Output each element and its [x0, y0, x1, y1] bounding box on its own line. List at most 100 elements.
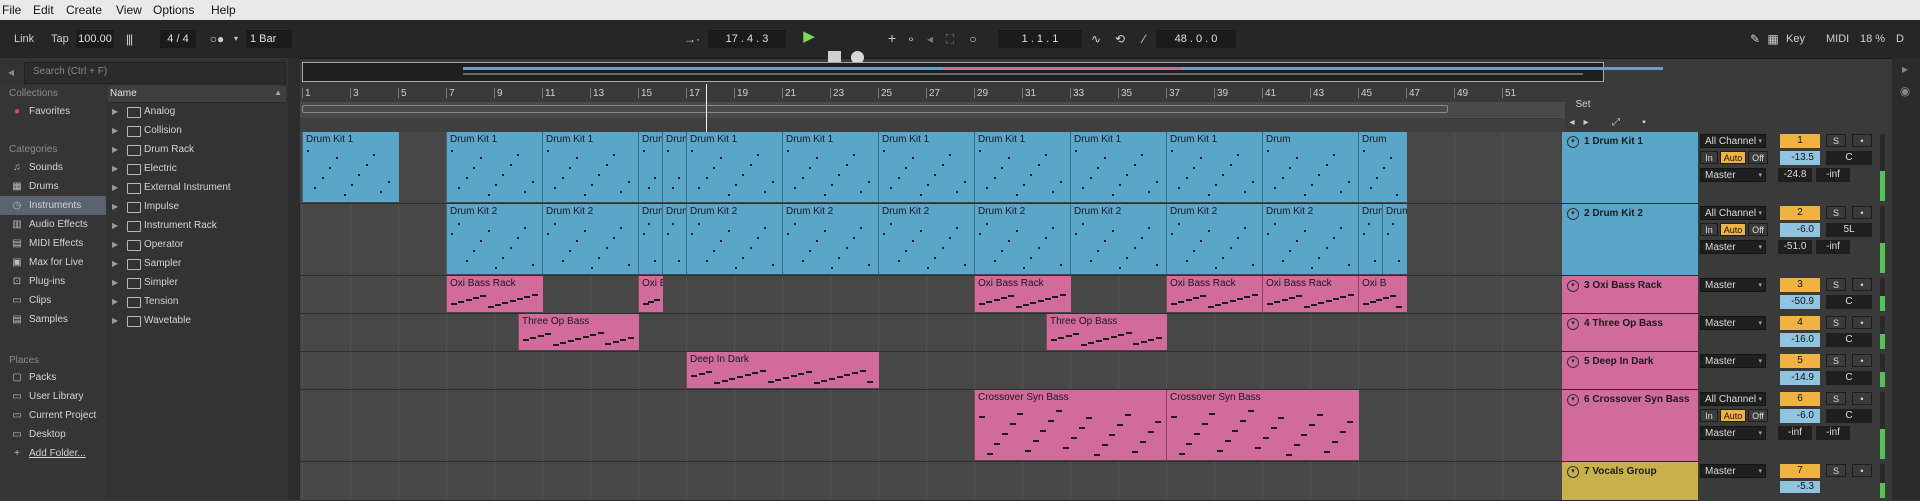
place-user-library[interactable]: ▭ User Library	[0, 387, 106, 406]
solo-button[interactable]: S	[1826, 134, 1846, 147]
solo-button[interactable]: S	[1826, 464, 1846, 477]
collection-favorites[interactable]: ● Favorites	[0, 102, 106, 121]
track-lane[interactable]: Drum Kit 2Drum Kit 2Drum Kit 2Drum Kit 2…	[300, 204, 1565, 276]
midi-clip[interactable]: Drum Kit 1	[878, 132, 975, 202]
io-toggle-icon[interactable]: ◉	[1898, 84, 1912, 98]
place-current-project[interactable]: ▭ Current Project	[0, 406, 106, 425]
fold-icon[interactable]: ▾	[1567, 280, 1579, 292]
track-name[interactable]: 2 Drum Kit 2	[1584, 208, 1643, 219]
input-channel-dropdown[interactable]: All Channel ▾	[1700, 206, 1766, 220]
loop-brace[interactable]	[302, 105, 1448, 113]
fit-to-window-icon[interactable]: ⤢	[1608, 116, 1624, 130]
midi-clip[interactable]: Crossover Syn Bass	[1166, 390, 1359, 460]
track-activator-button[interactable]: 2	[1780, 206, 1820, 220]
midi-clip[interactable]: Drum	[1358, 204, 1383, 274]
pan-knob[interactable]: C	[1826, 333, 1872, 347]
arm-button[interactable]: •	[1852, 316, 1872, 329]
draw-mode-icon[interactable]: ✎	[1748, 32, 1762, 46]
track-lane[interactable]: Crossover Syn Bass Crossover Syn Bass	[300, 390, 1565, 462]
column-header[interactable]: Name ▲	[108, 86, 286, 103]
loop-start-field[interactable]: 1 . 1 . 1	[998, 30, 1082, 48]
punch-out-icon[interactable]: ⁄	[1136, 32, 1152, 46]
midi-clip[interactable]: Drum Kit 2	[638, 204, 663, 274]
browser-item-external-instrument[interactable]: ▶ External Instrument	[110, 178, 286, 197]
browser-item-electric[interactable]: ▶ Electric	[110, 159, 286, 178]
pan-knob[interactable]: 5L	[1826, 223, 1872, 237]
capture-icon[interactable]: ⛶	[943, 32, 957, 46]
midi-clip[interactable]: Oxi B	[638, 276, 663, 312]
search-input[interactable]: Search (Ctrl + F)	[24, 62, 286, 84]
pan-knob[interactable]: C	[1826, 371, 1872, 385]
metronome-icon[interactable]: |||	[122, 32, 136, 46]
midi-clip[interactable]: Drum Kit 2	[1166, 204, 1263, 274]
category-clips[interactable]: ▭ Clips	[0, 291, 106, 310]
midi-clip[interactable]: Drum Kit 2	[662, 204, 687, 274]
track-header[interactable]: ▾ 2 Drum Kit 2	[1562, 204, 1698, 276]
monitor-in-button[interactable]: In	[1700, 223, 1718, 236]
track-header[interactable]: ▾ 6 Crossover Syn Bass	[1562, 390, 1698, 462]
key-map-button[interactable]: Key	[1786, 30, 1805, 48]
output-dropdown[interactable]: Master ▾	[1700, 426, 1766, 440]
menu-file[interactable]: File	[2, 3, 21, 17]
volume-slider[interactable]: -6.0	[1780, 223, 1820, 237]
browser-divider[interactable]	[288, 58, 300, 500]
midi-map-button[interactable]: MIDI	[1826, 30, 1849, 48]
output-dropdown[interactable]: Master ▾	[1700, 240, 1766, 254]
menu-create[interactable]: Create	[66, 3, 102, 17]
detail-toggle-icon[interactable]: ▸	[1898, 62, 1912, 76]
category-audio-effects[interactable]: ▥ Audio Effects	[0, 215, 106, 234]
solo-button[interactable]: S	[1826, 392, 1846, 405]
midi-clip[interactable]: Drum	[1382, 204, 1407, 274]
midi-clip[interactable]: Drum Kit 1	[542, 132, 639, 202]
monitor-off-button[interactable]: Off	[1748, 409, 1768, 422]
output-dropdown[interactable]: Master ▾	[1700, 354, 1766, 368]
next-locator-icon[interactable]: ▸	[1580, 116, 1592, 130]
overdub-icon[interactable]: +	[886, 31, 898, 45]
category-max-for-live[interactable]: ▣ Max for Live	[0, 253, 106, 272]
record-quantize-icon[interactable]: ○●	[206, 32, 228, 46]
play-icon[interactable]: ▶	[802, 29, 816, 44]
midi-clip[interactable]: Three Op Bass	[1046, 314, 1167, 350]
browser-toggle-icon[interactable]: ◂	[6, 65, 16, 79]
chevron-down-icon[interactable]: ▾	[232, 32, 240, 46]
midi-clip[interactable]: Drum Kit 2	[782, 204, 879, 274]
pan-knob[interactable]: C	[1826, 295, 1872, 309]
browser-item-impulse[interactable]: ▶ Impulse	[110, 197, 286, 216]
track-name[interactable]: 7 Vocals Group	[1584, 466, 1657, 477]
category-samples[interactable]: ▤ Samples	[0, 310, 106, 329]
fold-icon[interactable]: ▾	[1567, 208, 1579, 220]
midi-clip[interactable]: Drum Kit 1	[1166, 132, 1263, 202]
tempo-field[interactable]: 100.00	[76, 30, 114, 48]
monitor-off-button[interactable]: Off	[1748, 223, 1768, 236]
fold-icon[interactable]: ▾	[1567, 466, 1579, 478]
track-activator-button[interactable]: 7	[1780, 464, 1820, 478]
tap-tempo-button[interactable]: Tap	[51, 30, 69, 48]
midi-clip[interactable]: Drum Kit 2	[1262, 204, 1359, 274]
track-header[interactable]: ▾ 7 Vocals Group	[1562, 462, 1698, 501]
arm-button[interactable]: •	[1852, 464, 1872, 477]
midi-clip[interactable]: Drum Kit 1	[686, 132, 783, 202]
midi-clip[interactable]: Drum Kit 2	[446, 204, 543, 274]
track-activator-button[interactable]: 1	[1780, 134, 1820, 148]
track-name[interactable]: 4 Three Op Bass	[1584, 318, 1663, 329]
computer-keyboard-icon[interactable]: ▦	[1766, 32, 1780, 46]
place-desktop[interactable]: ▭ Desktop	[0, 425, 106, 444]
midi-clip[interactable]: Three Op Bass	[518, 314, 639, 350]
midi-clip[interactable]: Drum Kit 2	[974, 204, 1071, 274]
midi-clip[interactable]: Drum Kit 1	[302, 132, 399, 202]
back-to-arrangement-icon[interactable]: ◂	[923, 32, 937, 46]
category-midi-effects[interactable]: ▤ MIDI Effects	[0, 234, 106, 253]
monitor-in-button[interactable]: In	[1700, 151, 1718, 164]
punch-in-icon[interactable]: ∿	[1088, 32, 1104, 46]
browser-item-simpler[interactable]: ▶ Simpler	[110, 273, 286, 292]
track-lane[interactable]: Drum Kit 1Drum Kit 1Drum Kit 1Drum Kit 1…	[300, 132, 1565, 204]
browser-item-operator[interactable]: ▶ Operator	[110, 235, 286, 254]
fold-icon[interactable]: ▾	[1567, 394, 1579, 406]
midi-clip[interactable]: Drum Kit 1	[662, 132, 687, 202]
track-header[interactable]: ▾ 5 Deep In Dark	[1562, 352, 1698, 390]
browser-item-analog[interactable]: ▶ Analog	[110, 102, 286, 121]
volume-slider[interactable]: -50.9	[1780, 295, 1820, 309]
solo-button[interactable]: S	[1826, 278, 1846, 291]
output-dropdown[interactable]: Master ▾	[1700, 278, 1766, 292]
arm-button[interactable]: •	[1852, 134, 1872, 147]
